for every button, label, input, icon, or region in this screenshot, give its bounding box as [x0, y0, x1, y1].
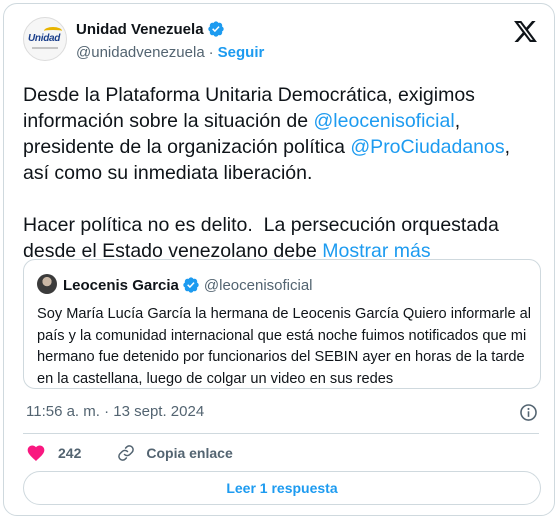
copy-link-button[interactable]: Copia enlace	[117, 444, 233, 462]
author-handle-row: @unidadvenezuela · Seguir	[76, 44, 264, 61]
author-display-name[interactable]: Unidad Venezuela	[76, 21, 204, 38]
mention-link[interactable]: @leocenisoficial	[314, 110, 455, 132]
punctuation: ,	[504, 136, 511, 158]
tweet-line: Desde la Plataforma Unitaria Democrática…	[23, 84, 475, 106]
verified-badge-icon	[183, 277, 199, 293]
divider	[23, 433, 539, 434]
copy-link-label: Copia enlace	[146, 445, 233, 461]
avatar-logo-text: Unidad	[28, 33, 61, 44]
embedded-tweet-card: Unidad Unidad Venezuela @unidadvenezuela…	[3, 3, 555, 516]
author-name-row: Unidad Venezuela	[76, 20, 225, 38]
tweet-text: Desde la Plataforma Unitaria Democrática…	[23, 82, 543, 264]
handle-separator: ·	[208, 44, 214, 61]
follow-button[interactable]: Seguir	[218, 44, 265, 61]
heart-icon	[27, 445, 45, 461]
logo-underline	[32, 47, 58, 49]
like-button[interactable]: 242	[26, 443, 81, 463]
tweet-timestamp[interactable]: 11:56 a. m. · 13 sept. 2024	[26, 403, 204, 420]
tweet-line: Hacer política no es delito. La persecuc…	[23, 214, 499, 236]
like-count: 242	[58, 445, 82, 461]
verified-badge-icon	[207, 21, 224, 37]
tweet-line: así como su inmediata liberación.	[23, 162, 313, 184]
punctuation: ,	[454, 110, 461, 132]
author-handle[interactable]: @unidadvenezuela	[76, 44, 205, 61]
x-logo-icon[interactable]	[514, 21, 537, 42]
quoted-author-name: Leocenis Garcia	[63, 276, 179, 294]
quoted-author-avatar	[37, 274, 57, 294]
action-bar: 242 Copia enlace	[26, 442, 233, 464]
quoted-author-row: Leocenis Garcia @leocenisoficial	[63, 276, 313, 294]
quoted-tweet-text: Soy María Lucía García la hermana de Leo…	[37, 306, 531, 387]
quoted-tweet[interactable]: Leocenis Garcia @leocenisoficial Soy Mar…	[23, 259, 541, 389]
mention-link[interactable]: @ProCiudadanos	[350, 136, 504, 158]
read-replies-button[interactable]: Leer 1 respuesta	[23, 471, 541, 505]
author-avatar[interactable]: Unidad	[23, 17, 67, 61]
link-icon	[118, 445, 135, 461]
info-icon[interactable]	[519, 403, 538, 422]
quoted-author-handle: @leocenisoficial	[203, 276, 313, 294]
tweet-line: presidente de la organización política	[23, 136, 351, 158]
tweet-line: información sobre la situación de	[23, 110, 314, 132]
